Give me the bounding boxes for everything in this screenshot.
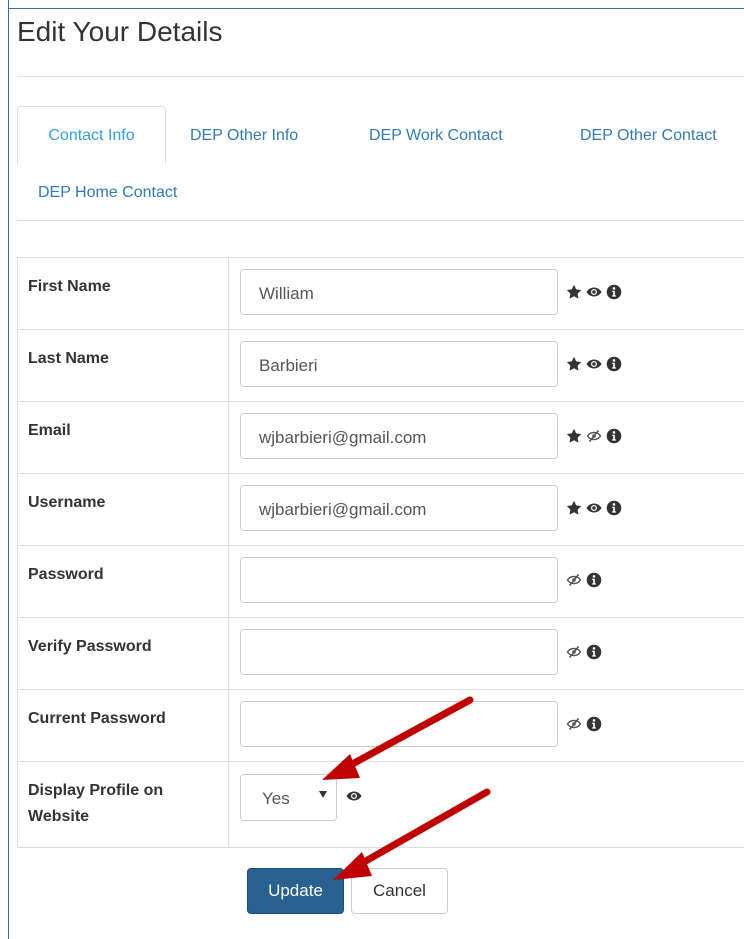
form-row-email: Email wjbarbieri@gmail.com	[18, 402, 744, 474]
display-profile-label: Display Profile on Website	[28, 778, 163, 830]
info-circle-icon[interactable]	[606, 428, 622, 444]
field-icons	[566, 570, 602, 590]
eye-slash-icon[interactable]	[586, 428, 602, 444]
star-icon	[566, 428, 582, 444]
label-cell: Password	[18, 546, 229, 617]
label-cell: Display Profile on Website	[18, 762, 229, 847]
password-label: Password	[28, 566, 104, 583]
label-cell: Username	[18, 474, 229, 545]
page-title: Edit Your Details	[17, 16, 223, 47]
field-icons	[346, 786, 362, 806]
current-password-label: Current Password	[28, 710, 166, 727]
form-row-first-name: First Name William	[18, 258, 744, 330]
eye-slash-icon[interactable]	[566, 644, 582, 660]
info-circle-icon[interactable]	[606, 500, 622, 516]
last-name-input[interactable]: Barbieri	[240, 341, 558, 387]
first-name-label: First Name	[28, 278, 111, 295]
label-cell: Last Name	[18, 330, 229, 401]
form-row-password: Password	[18, 546, 744, 618]
last-name-label: Last Name	[28, 350, 109, 367]
form-row-verify-password: Verify Password	[18, 618, 744, 690]
tab-dep-other-contact[interactable]: DEP Other Contact	[580, 127, 717, 145]
chevron-down-icon	[319, 791, 327, 798]
tabs-nav: Contact Info DEP Other Info DEP Work Con…	[17, 106, 744, 220]
info-circle-icon[interactable]	[606, 284, 622, 300]
info-circle-icon[interactable]	[606, 356, 622, 372]
star-icon	[566, 500, 582, 516]
field-icons	[566, 498, 622, 518]
star-icon	[566, 356, 582, 372]
info-circle-icon[interactable]	[586, 716, 602, 732]
field-icons	[566, 642, 602, 662]
cancel-button[interactable]: Cancel	[351, 868, 448, 914]
eye-icon[interactable]	[346, 788, 362, 804]
form-row-current-password: Current Password	[18, 690, 744, 762]
eye-slash-icon[interactable]	[566, 716, 582, 732]
form-row-last-name: Last Name Barbieri	[18, 330, 744, 402]
eye-icon[interactable]	[586, 500, 602, 516]
field-icons	[566, 714, 602, 734]
verify-password-input[interactable]	[240, 629, 558, 675]
star-icon	[566, 284, 582, 300]
info-circle-icon[interactable]	[586, 644, 602, 660]
field-icons	[566, 282, 622, 302]
field-icons	[566, 426, 622, 446]
email-input[interactable]: wjbarbieri@gmail.com	[240, 413, 558, 459]
label-cell: Email	[18, 402, 229, 473]
display-profile-selected-value: Yes	[262, 789, 290, 808]
eye-icon[interactable]	[586, 284, 602, 300]
display-profile-label-line2: Website	[28, 808, 90, 825]
title-divider	[17, 76, 744, 77]
label-cell: First Name	[18, 258, 229, 329]
display-profile-select[interactable]: Yes	[240, 774, 337, 821]
first-name-input[interactable]: William	[240, 269, 558, 315]
display-profile-label-line1: Display Profile on	[28, 782, 164, 799]
tabs-divider	[17, 220, 744, 221]
contact-form-table: First Name William Last Name Barbieri Em…	[17, 257, 744, 848]
username-input[interactable]: wjbarbieri@gmail.com	[240, 485, 558, 531]
label-cell: Verify Password	[18, 618, 229, 689]
email-label: Email	[28, 422, 71, 439]
info-circle-icon[interactable]	[586, 572, 602, 588]
current-password-input[interactable]	[240, 701, 558, 747]
form-row-display-profile: Display Profile on Website Yes	[18, 762, 744, 848]
eye-icon[interactable]	[586, 356, 602, 372]
tab-dep-work-contact[interactable]: DEP Work Contact	[369, 127, 503, 145]
username-label: Username	[28, 494, 106, 511]
verify-password-label: Verify Password	[28, 638, 152, 655]
tab-dep-other-info[interactable]: DEP Other Info	[190, 127, 298, 145]
label-cell: Current Password	[18, 690, 229, 761]
frame-top-border	[8, 8, 744, 9]
eye-slash-icon[interactable]	[566, 572, 582, 588]
field-icons	[566, 354, 622, 374]
tab-contact-info[interactable]: Contact Info	[17, 106, 166, 165]
form-row-username: Username wjbarbieri@gmail.com	[18, 474, 744, 546]
password-input[interactable]	[240, 557, 558, 603]
update-button[interactable]: Update	[247, 868, 344, 914]
tab-dep-home-contact[interactable]: DEP Home Contact	[38, 184, 177, 202]
frame-left-border	[8, 0, 9, 939]
